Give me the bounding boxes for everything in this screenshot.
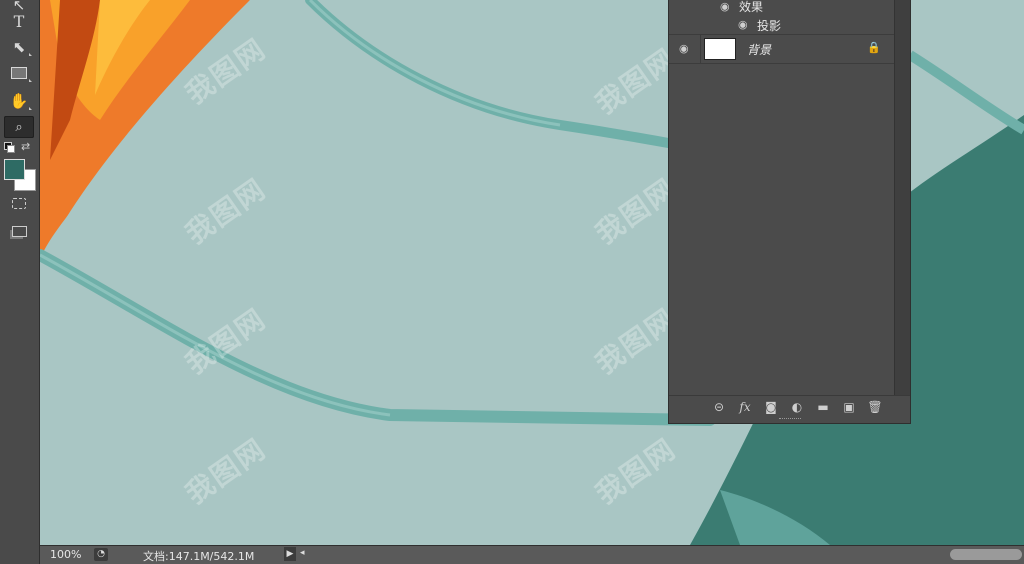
default-colors-icon[interactable] [4,142,15,153]
eye-icon[interactable]: ◉ [720,0,730,13]
mask-icon[interactable]: ◙ [762,400,780,414]
eye-icon[interactable]: ◉ [679,42,689,55]
path-selection-tool[interactable]: ⬉ [4,36,34,58]
trash-icon[interactable]: 🗑 [866,400,884,414]
effects-label: 效果 [739,0,764,14]
link-icon[interactable]: ⊝ [710,400,728,414]
status-menu-icon[interactable]: ◔ [94,548,108,561]
scroll-left-icon[interactable]: ◂ [300,548,305,558]
folder-icon[interactable]: ▬ [814,400,832,414]
zoom-icon: ⌕ [15,119,23,135]
horizontal-scrollbar[interactable] [950,549,1022,560]
adjustment-icon[interactable]: ◐ [788,400,806,414]
quick-mask-icon [12,197,26,209]
type-tool[interactable]: T [4,10,34,32]
document-info: 文档:147.1M/542.1M [143,550,255,563]
background-layer-name[interactable]: 背景 [747,41,771,58]
layer-effects-row[interactable]: ◉ 效果 [669,0,895,16]
hand-icon: ✋ [9,92,29,110]
screen-mode-button[interactable] [4,220,34,242]
resize-grip[interactable] [779,418,801,421]
hand-tool[interactable]: ✋ [4,90,34,112]
layers-panel: ◉ 效果 ◉ 投影 ◉ 背景 🔒 ⊝ fx ◙ ◐ ▬ ▣ 🗑 [668,0,911,424]
layer-thumbnail [704,38,736,60]
status-bar: 100% ◔ 文档:147.1M/542.1M ▶ ◂ [40,545,1024,564]
layers-footer: ⊝ fx ◙ ◐ ▬ ▣ 🗑 [669,395,910,417]
lock-icon[interactable]: 🔒 [867,41,881,54]
quick-mask-button[interactable] [4,192,34,214]
tools-panel: ↖ T ⬉ ✋ ⌕ ⇄ [0,0,40,564]
layer-divider [700,35,701,63]
drop-shadow-label: 投影 [757,19,782,33]
layer-background-row[interactable]: ◉ 背景 🔒 [669,35,895,64]
rectangle-tool[interactable] [4,62,34,84]
screen-mode-icon [11,225,27,237]
arrow-icon: ⬉ [12,38,26,56]
zoom-level[interactable]: 100% [50,548,81,561]
layers-scrollbar[interactable] [894,0,910,395]
fx-icon[interactable]: fx [736,400,754,414]
rectangle-icon [11,67,27,79]
new-layer-icon[interactable]: ▣ [840,400,858,414]
zoom-tool[interactable]: ⌕ [4,116,34,138]
layers-list: ◉ 效果 ◉ 投影 ◉ 背景 🔒 [669,0,895,395]
eye-icon[interactable]: ◉ [738,18,748,31]
foreground-color-swatch[interactable] [4,159,25,180]
status-arrow-icon[interactable]: ▶ [284,547,296,561]
type-icon: T [13,11,25,31]
swap-colors-icon[interactable]: ⇄ [21,140,30,153]
layer-drop-shadow-row[interactable]: ◉ 投影 [669,16,895,35]
